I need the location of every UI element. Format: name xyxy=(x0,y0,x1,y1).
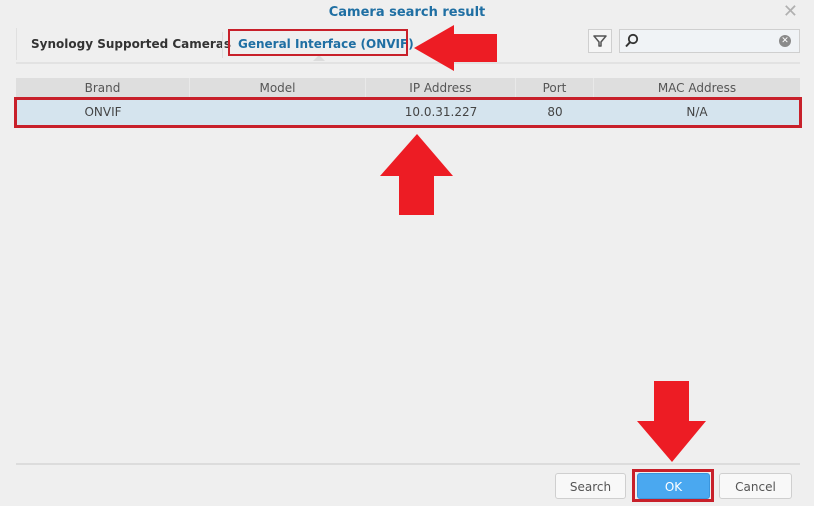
result-row-highlight xyxy=(14,97,802,128)
search-icon xyxy=(625,33,639,48)
column-header-ip-address[interactable]: IP Address xyxy=(366,78,516,98)
cancel-button[interactable]: Cancel xyxy=(719,473,792,499)
arrow-left-icon xyxy=(414,25,497,71)
clear-icon[interactable]: ✕ xyxy=(779,35,791,47)
arrow-up-icon xyxy=(380,134,453,215)
search-field[interactable]: ✕ xyxy=(619,29,800,53)
filter-icon xyxy=(593,35,607,47)
search-button[interactable]: Search xyxy=(555,473,626,499)
search-input[interactable] xyxy=(640,32,780,52)
filter-button[interactable] xyxy=(588,29,612,53)
column-header-model[interactable]: Model xyxy=(190,78,366,98)
arrow-down-icon xyxy=(637,381,706,462)
footer-divider xyxy=(16,463,800,465)
dialog-title: Camera search result xyxy=(328,5,486,20)
close-icon[interactable]: ✕ xyxy=(783,3,798,21)
tab-synology-supported-cameras[interactable]: Synology Supported Cameras xyxy=(16,28,245,60)
column-header-brand[interactable]: Brand xyxy=(16,78,190,98)
onvif-tab-highlight xyxy=(228,29,408,56)
column-header-mac-address[interactable]: MAC Address xyxy=(594,78,800,98)
column-header-port[interactable]: Port xyxy=(516,78,594,98)
table-header: Brand Model IP Address Port MAC Address xyxy=(16,78,800,98)
ok-button-highlight xyxy=(632,469,714,502)
tab-divider xyxy=(222,32,223,58)
